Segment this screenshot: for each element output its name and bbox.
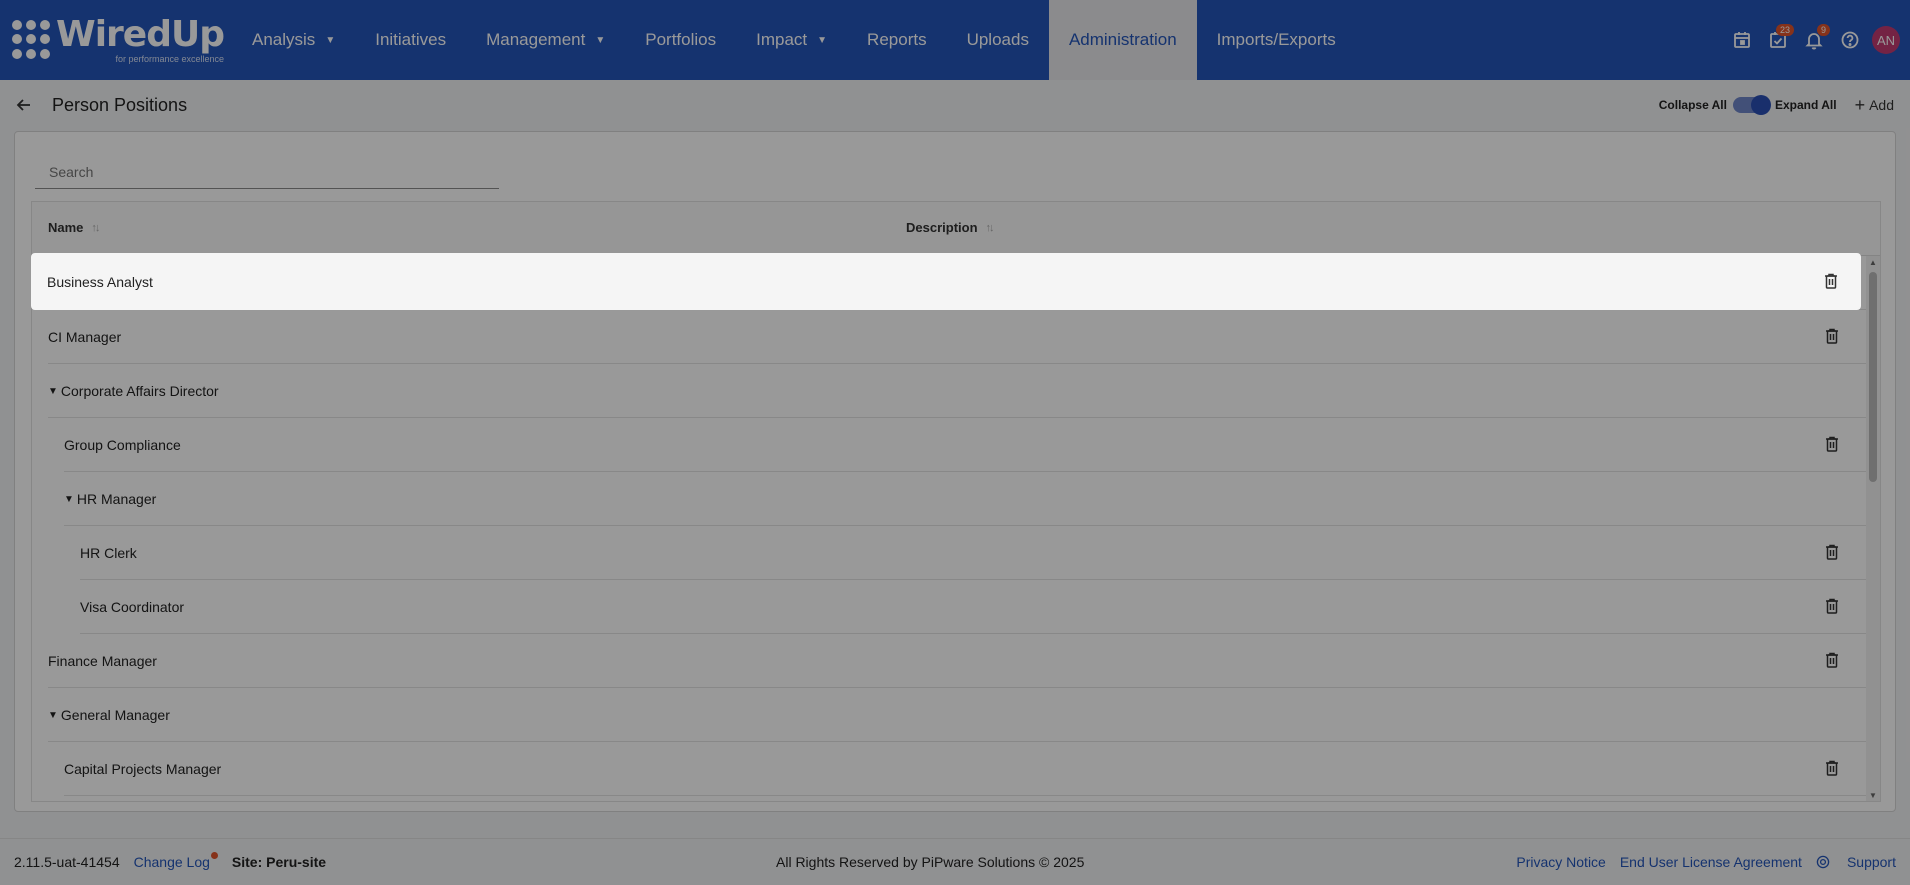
tasks-check-icon[interactable]: 23 [1760, 22, 1796, 58]
help-icon[interactable] [1832, 22, 1868, 58]
plus-icon: + [1854, 94, 1866, 115]
scroll-thumb[interactable] [1869, 272, 1877, 482]
row-name: CI Manager [48, 329, 122, 345]
privacy-notice-link[interactable]: Privacy Notice [1516, 854, 1605, 870]
table-header: Name ↑↓ Description ↑↓ [32, 202, 1880, 256]
page-title: Person Positions [52, 94, 188, 115]
notifications-badge: 9 [1816, 24, 1830, 36]
row-name: Group Compliance [64, 437, 181, 453]
trash-icon[interactable] [1824, 759, 1840, 777]
caret-down-icon: ▼ [325, 34, 336, 46]
table-row[interactable]: Finance Manager [32, 634, 1866, 688]
row-name: Finance Manager [48, 653, 157, 669]
nav-item-label: Portfolios [645, 30, 717, 49]
table-row[interactable]: Visa Coordinator [32, 580, 1866, 634]
trash-icon[interactable] [1824, 435, 1840, 453]
trash-icon[interactable] [1823, 272, 1839, 290]
add-button-label: Add [1869, 97, 1894, 113]
table-row[interactable]: ▼ HR Manager [32, 472, 1866, 526]
row-name: General Manager [60, 707, 170, 723]
user-avatar[interactable]: AN [1872, 26, 1900, 54]
back-arrow-icon[interactable] [14, 95, 34, 115]
nav-item-portfolios[interactable]: Portfolios [625, 0, 736, 80]
trash-icon[interactable] [1824, 651, 1840, 669]
nav-item-label: Administration [1068, 30, 1177, 49]
eula-link[interactable]: End User License Agreement [1620, 854, 1802, 870]
nav-item-label: Imports/Exports [1216, 30, 1336, 49]
table-row[interactable]: ▼ Corporate Affairs Director [32, 364, 1866, 418]
add-button[interactable]: + Add [1855, 95, 1894, 116]
nav-item-label: Uploads [966, 30, 1029, 49]
nav-item-label: Impact [756, 30, 808, 49]
caret-down-icon: ▼ [817, 34, 828, 46]
trash-icon[interactable] [1824, 327, 1840, 345]
change-log-indicator [210, 852, 218, 859]
tasks-badge: 23 [1775, 24, 1794, 36]
table-row[interactable]: Group Compliance [32, 418, 1866, 472]
sort-icon[interactable]: ↑↓ [986, 222, 995, 234]
footer: 2.11.5-uat-41454 Change Log Site: Peru-s… [0, 838, 1910, 885]
expand-caret-icon[interactable]: ▼ [48, 710, 58, 721]
support-link[interactable]: Support [1816, 854, 1896, 870]
nav-item-impact[interactable]: Impact ▼ [736, 0, 847, 80]
highlighted-row-label: Business Analyst [47, 273, 153, 290]
page-header: Person Positions Collapse All Expand All… [0, 80, 1910, 130]
logo-dots-icon [12, 20, 52, 60]
column-description-header[interactable]: Description ↑↓ [906, 220, 995, 235]
caret-down-icon: ▼ [595, 34, 606, 46]
positions-card: Name ↑↓ Description ↑↓ Business Analyst C… [14, 131, 1896, 812]
bell-icon[interactable]: 9 [1796, 22, 1832, 58]
table-scrollbar[interactable]: ▲ ▼ [1866, 256, 1880, 801]
change-log-link[interactable]: Change Log [134, 852, 218, 870]
nav-item-label: Initiatives [375, 30, 447, 49]
main-nav: Analysis ▼ Initiatives Management ▼ Portfolio… [232, 0, 1356, 80]
nav-item-label: Management [486, 30, 586, 49]
trash-icon[interactable] [1824, 597, 1840, 615]
collapse-all-label[interactable]: Collapse All [1659, 98, 1727, 112]
search-field[interactable] [35, 157, 499, 189]
trash-icon[interactable] [1824, 543, 1840, 561]
wiredup-logo[interactable]: WiredUp for performance excellence [0, 0, 232, 80]
nav-item-reports[interactable]: Reports [847, 0, 947, 80]
nav-item-imports-exports[interactable]: Imports/Exports [1197, 0, 1356, 80]
logo-name: WiredUp [56, 13, 225, 55]
table-row[interactable]: Capital Projects Manager [32, 742, 1866, 796]
logo-tagline: for performance excellence [115, 53, 224, 64]
table-row[interactable]: HR Clerk [32, 526, 1866, 580]
table-row[interactable]: CI Manager [32, 310, 1866, 364]
column-name-header[interactable]: Name ↑↓ [48, 220, 100, 235]
search-input[interactable] [35, 157, 499, 187]
calendar-icon[interactable] [1724, 22, 1760, 58]
site-label: Site: Peru-site [231, 854, 327, 870]
nav-item-analysis[interactable]: Analysis ▼ [232, 0, 355, 80]
table-row[interactable]: ▼ General Manager [32, 688, 1866, 742]
row-name: Corporate Affairs Director [60, 383, 219, 399]
expand-caret-icon[interactable]: ▼ [64, 494, 74, 505]
nav-item-uploads[interactable]: Uploads [947, 0, 1049, 80]
sort-icon[interactable]: ↑↓ [91, 222, 100, 234]
nav-item-label: Reports [867, 30, 927, 49]
top-navigation-bar: WiredUp for performance excellence Analy… [0, 0, 1910, 80]
support-icon [1816, 855, 1830, 869]
expand-caret-icon[interactable]: ▼ [48, 386, 58, 397]
app-version: 2.11.5-uat-41454 [14, 854, 120, 870]
expand-all-label[interactable]: Expand All [1775, 98, 1837, 112]
nav-item-label: Analysis [252, 30, 316, 49]
row-name: Visa Coordinator [80, 599, 185, 615]
scroll-down-arrow-icon[interactable]: ▼ [1869, 791, 1877, 800]
nav-item-management[interactable]: Management ▼ [466, 0, 625, 80]
row-name: Capital Projects Manager [64, 761, 222, 777]
expand-collapse-toggle[interactable] [1732, 95, 1771, 115]
copyright-text: All Rights Reserved by PiPware Solutions… [776, 854, 1085, 870]
nav-item-initiatives[interactable]: Initiatives [355, 0, 466, 80]
table-body: Business AnalystCI Manager▼Corporate Aff… [32, 256, 1866, 796]
scroll-up-arrow-icon[interactable]: ▲ [1869, 258, 1877, 267]
row-name: HR Manager [76, 491, 157, 507]
highlighted-row[interactable]: Business Analyst [31, 253, 1861, 310]
row-name: HR Clerk [80, 545, 137, 561]
top-icon-group: 23 9 AN [1724, 0, 1900, 80]
nav-item-administration[interactable]: Administration [1048, 0, 1197, 80]
